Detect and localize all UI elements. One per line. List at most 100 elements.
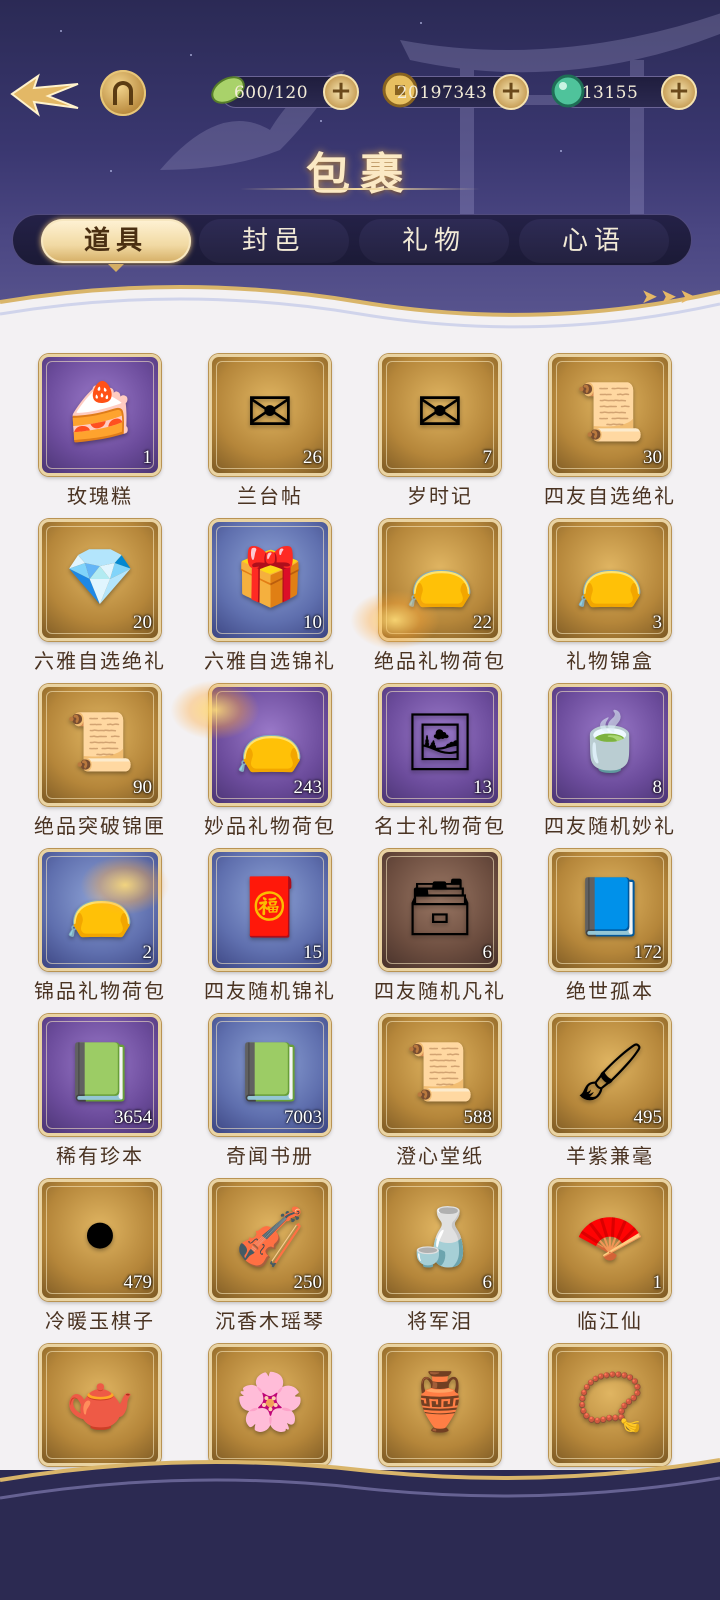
item-count: 6: [482, 1272, 493, 1293]
back-arrow-icon[interactable]: [8, 68, 82, 120]
item-slot[interactable]: 🖌 495: [549, 1014, 671, 1136]
inventory-item[interactable]: 🪭 1 临江仙: [538, 1179, 688, 1344]
item-count: 26: [303, 447, 322, 468]
add-jade-button[interactable]: +: [661, 74, 697, 110]
item-name: 羊紫兼毫: [566, 1144, 654, 1168]
inventory-item[interactable]: 🧧 15 四友随机锦礼: [198, 849, 348, 1014]
round-fan-icon: 🪭: [575, 1204, 645, 1270]
inventory-item[interactable]: 🎁 10 六雅自选锦礼: [198, 519, 348, 684]
item-slot[interactable]: 👝 22: [379, 519, 501, 641]
item-slot[interactable]: ✉ 7: [379, 354, 501, 476]
inventory-item[interactable]: ✉ 26 兰台帖: [198, 354, 348, 519]
gift-pouch-icon: 👝: [235, 709, 305, 775]
inventory-item[interactable]: 📗 7003 奇闻书册: [198, 1014, 348, 1179]
inventory-item[interactable]: 🍵 8 四友随机妙礼: [538, 684, 688, 849]
gift-pouch-icon: 👝: [575, 544, 645, 610]
item-slot[interactable]: 🪭 1: [549, 1179, 671, 1301]
rare-book-icon: 📘: [575, 874, 645, 940]
item-name: 兰台帖: [237, 484, 303, 508]
item-name: 妙品礼物荷包: [204, 814, 336, 838]
item-name: 四友自选绝礼: [544, 484, 676, 508]
item-name: 澄心堂纸: [396, 1144, 484, 1168]
item-slot[interactable]: 📜 588: [379, 1014, 501, 1136]
item-count: 22: [473, 612, 492, 633]
item-name: 四友随机锦礼: [204, 979, 336, 1003]
inventory-item[interactable]: 🍶 6 将军泪: [368, 1179, 518, 1344]
item-slot[interactable]: 📗 3654: [39, 1014, 161, 1136]
item-name: 四友随机凡礼: [374, 979, 506, 1003]
green-letter-icon: ✉: [416, 379, 464, 445]
item-slot[interactable]: 🍰 1: [39, 354, 161, 476]
item-count: 6: [482, 942, 493, 963]
item-count: 8: [652, 777, 663, 798]
item-slot[interactable]: 🍶 6: [379, 1179, 501, 1301]
inventory-item[interactable]: 🗃 6 四友随机凡礼: [368, 849, 518, 1014]
item-slot[interactable]: 📜 30: [549, 354, 671, 476]
item-slot[interactable]: 🍵 8: [549, 684, 671, 806]
wave-divider: [0, 285, 720, 330]
item-slot[interactable]: 👝 2: [39, 849, 161, 971]
inventory-item[interactable]: ⚫ 479 冷暖玉棋子: [28, 1179, 178, 1344]
item-name: 冷暖玉棋子: [45, 1309, 155, 1333]
inventory-item[interactable]: 👝 2 锦品礼物荷包: [28, 849, 178, 1014]
title-flare-decoration: [240, 188, 480, 190]
necklace-chest-icon: 📿: [575, 1369, 645, 1435]
jade-value: 13155: [581, 83, 639, 103]
item-slot[interactable]: 🎻 250: [209, 1179, 331, 1301]
item-slot[interactable]: ✉ 26: [209, 354, 331, 476]
inventory-item[interactable]: 📘 172 绝世孤本: [538, 849, 688, 1014]
inventory-item[interactable]: 💎 20 六雅自选绝礼: [28, 519, 178, 684]
inventory-item[interactable]: 🖼 13 名士礼物荷包: [368, 684, 518, 849]
tab-items[interactable]: 道具: [41, 219, 191, 272]
item-slot[interactable]: 👝 243: [209, 684, 331, 806]
item-name: 岁时记: [407, 484, 473, 508]
inventory-item[interactable]: 📜 30 四友自选绝礼: [538, 354, 688, 519]
inventory-item[interactable]: 📗 3654 稀有珍本: [28, 1014, 178, 1179]
item-name: 六雅自选锦礼: [204, 649, 336, 673]
tab-heart-words[interactable]: 心语: [519, 219, 669, 263]
item-slot[interactable]: 🎁 10: [209, 519, 331, 641]
inventory-item[interactable]: ✉ 7 岁时记: [368, 354, 518, 519]
item-slot[interactable]: 📗 7003: [209, 1014, 331, 1136]
item-name: 绝品礼物荷包: [374, 649, 506, 673]
item-count: 13: [473, 777, 492, 798]
stamina-counter: 600/120 +: [211, 74, 359, 110]
item-count: 3: [652, 612, 663, 633]
tab-gifts[interactable]: 礼物: [359, 219, 509, 263]
scroll-arrows-icon: ➤ ➤ ➤: [641, 284, 696, 308]
item-count: 7003: [284, 1107, 322, 1128]
tab-bar: 道具 封邑 礼物 心语: [12, 214, 692, 272]
rose-cake-icon: 🍰: [65, 379, 135, 445]
home-button[interactable]: [100, 70, 146, 116]
item-count: 15: [303, 942, 322, 963]
inventory-item[interactable]: 👝 3 礼物锦盒: [538, 519, 688, 684]
inventory-item[interactable]: 🍰 1 玫瑰糕: [28, 354, 178, 519]
inventory-item[interactable]: 👝 243 妙品礼物荷包: [198, 684, 348, 849]
book-leaf-icon: 📗: [235, 1039, 305, 1105]
item-name: 礼物锦盒: [566, 649, 654, 673]
scroll-chest-icon: 📜: [575, 379, 645, 445]
item-slot[interactable]: 🗃 6: [379, 849, 501, 971]
item-slot[interactable]: 📘 172: [549, 849, 671, 971]
item-slot[interactable]: 💎 20: [39, 519, 161, 641]
gift-pouch-icon: 👝: [405, 544, 475, 610]
item-count: 250: [293, 1272, 323, 1293]
item-slot[interactable]: 👝 3: [549, 519, 671, 641]
inventory-item[interactable]: 📜 90 绝品突破锦匣: [28, 684, 178, 849]
item-slot[interactable]: 📜 90: [39, 684, 161, 806]
item-slot[interactable]: 🧧 15: [209, 849, 331, 971]
inventory-item[interactable]: 📜 588 澄心堂纸: [368, 1014, 518, 1179]
add-gold-button[interactable]: +: [493, 74, 529, 110]
tab-fief[interactable]: 封邑: [199, 219, 349, 263]
inventory-item[interactable]: 👝 22 绝品礼物荷包: [368, 519, 518, 684]
go-board-icon: ⚫: [76, 1204, 124, 1270]
footer-wave: [0, 1458, 720, 1600]
item-name: 临江仙: [577, 1309, 643, 1333]
add-stamina-button[interactable]: +: [323, 74, 359, 110]
inventory-item[interactable]: 🖌 495 羊紫兼毫: [538, 1014, 688, 1179]
inventory-item[interactable]: 🎻 250 沉香木瑶琴: [198, 1179, 348, 1344]
item-name: 四友随机妙礼: [544, 814, 676, 838]
header: 600/120 + 20197343 + 13155 + 包裹 道具 封邑 礼物…: [0, 0, 720, 330]
item-slot[interactable]: ⚫ 479: [39, 1179, 161, 1301]
item-slot[interactable]: 🖼 13: [379, 684, 501, 806]
